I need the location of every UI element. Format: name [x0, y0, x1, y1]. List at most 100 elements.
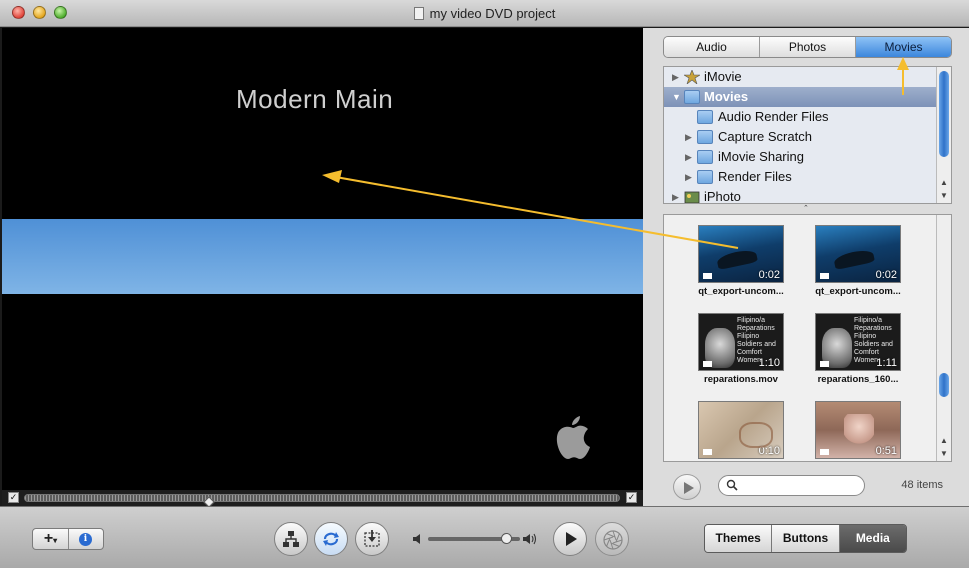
loop-start-checkbox[interactable]: ✓ — [8, 492, 19, 503]
movie-filename: qt_export-uncom... — [815, 286, 901, 297]
movie-duration: 0:02 — [875, 269, 897, 281]
movie-tile[interactable]: Filipino/a Reparations Filipino Soldiers … — [682, 313, 792, 399]
drop-zone-icon — [364, 530, 380, 547]
folder-icon — [697, 110, 713, 124]
add-menu-button[interactable]: +▾ — [33, 529, 69, 549]
play-button[interactable] — [553, 522, 587, 556]
volume-control — [413, 532, 538, 546]
volume-slider-knob[interactable] — [501, 533, 513, 544]
window-title-label: my video DVD project — [429, 6, 556, 21]
scroll-up-arrow-icon[interactable]: ▲ — [937, 435, 951, 447]
movie-duration: 1:11 — [876, 357, 897, 369]
movie-thumbnail[interactable]: 0:02 — [815, 225, 901, 283]
source-item-capture-scratch[interactable]: ▶ Capture Scratch — [664, 127, 936, 147]
tab-audio[interactable]: Audio — [664, 37, 760, 57]
preview-play-button[interactable] — [673, 474, 701, 500]
source-item-label: iPhoto — [704, 189, 741, 204]
source-item-render-files[interactable]: ▶ Render Files — [664, 167, 936, 187]
movie-source-list: ▶ iMovie ▼ Movies Audio Render Files ▶ C… — [663, 66, 952, 204]
source-item-label: iMovie — [704, 69, 742, 84]
media-panel: Audio Photos Movies ▶ iMovie ▼ Movies Au… — [643, 28, 969, 506]
disclosure-triangle-icon[interactable]: ▶ — [672, 187, 679, 203]
pane-switcher: Themes Buttons Media — [704, 524, 907, 553]
volume-high-icon — [523, 533, 537, 545]
tab-movies[interactable]: Movies — [856, 37, 951, 57]
movies-folder-icon — [684, 90, 700, 104]
video-camera-icon — [820, 361, 829, 367]
motion-toggle-button[interactable] — [314, 522, 348, 556]
map-icon — [283, 531, 299, 547]
volume-low-icon — [413, 534, 420, 544]
play-icon — [566, 532, 577, 546]
bottom-toolbar: +▾ i Themes Buttons Media — [0, 506, 969, 568]
source-list-scroll-thumb[interactable] — [939, 71, 949, 157]
source-item-label: Render Files — [718, 169, 792, 184]
movie-tile[interactable]: 0:02 qt_export-uncom... — [682, 225, 792, 311]
movie-thumbnail[interactable]: 0:02 — [698, 225, 784, 283]
disclosure-triangle-icon[interactable]: ▶ — [685, 127, 692, 147]
dvd-preview[interactable]: Modern Main — [2, 28, 643, 490]
search-icon — [726, 479, 738, 491]
scroll-down-arrow-icon[interactable]: ▼ — [937, 448, 951, 460]
video-camera-icon — [703, 273, 712, 279]
movie-duration: 0:10 — [758, 445, 780, 457]
tab-themes[interactable]: Themes — [705, 525, 773, 552]
movie-grid-scroll-thumb[interactable] — [939, 373, 949, 397]
tab-buttons[interactable]: Buttons — [772, 525, 840, 552]
disclosure-triangle-open-icon[interactable]: ▼ — [672, 87, 681, 107]
info-icon: i — [79, 533, 92, 546]
source-item-iphoto[interactable]: ▶ iPhoto — [664, 187, 936, 204]
inspector-button[interactable]: i — [69, 529, 103, 549]
video-camera-icon — [703, 449, 712, 455]
source-item-label: Movies — [704, 89, 749, 104]
source-list-scrollbar[interactable]: ▲ ▼ — [936, 67, 951, 203]
tab-media[interactable]: Media — [839, 525, 906, 552]
movie-thumbnail[interactable]: Filipino/a Reparations Filipino Soldiers … — [815, 313, 901, 371]
folder-icon — [697, 150, 713, 164]
video-camera-icon — [820, 449, 829, 455]
source-item-movies[interactable]: ▼ Movies — [664, 87, 936, 107]
movie-tile[interactable]: Filipino/a Reparations Filipino Soldiers … — [799, 313, 909, 399]
folder-icon — [697, 130, 713, 144]
disclosure-triangle-icon[interactable]: ▶ — [685, 167, 692, 187]
drop-zone-button[interactable] — [355, 522, 389, 556]
movie-thumbnail[interactable]: 0:10 — [698, 401, 784, 459]
iphoto-icon — [684, 191, 700, 203]
window-title: my video DVD project — [0, 6, 969, 21]
theme-drop-zone[interactable] — [2, 219, 643, 294]
movie-filename: qt_export-uncom... — [698, 286, 784, 297]
disclosure-triangle-icon[interactable]: ▶ — [672, 67, 679, 87]
movie-filename: reparations.mov — [704, 374, 778, 385]
movie-thumbnail[interactable]: Filipino/a Reparations Filipino Soldiers … — [698, 313, 784, 371]
burn-aperture-icon — [603, 530, 623, 550]
items-count: 48 items — [901, 479, 943, 491]
movie-grid-scrollbar[interactable]: ▲ ▼ — [936, 215, 951, 461]
scroll-up-arrow-icon[interactable]: ▲ — [937, 177, 951, 189]
movie-duration: 1:10 — [758, 357, 780, 369]
search-field[interactable] — [718, 475, 865, 496]
movie-thumbnail-grid: 0:02 qt_export-uncom... 0:02 qt_export-u… — [663, 214, 952, 462]
pane-splitter-handle[interactable]: ⌃ — [803, 205, 809, 212]
tab-photos[interactable]: Photos — [760, 37, 856, 57]
loop-end-checkbox[interactable]: ✓ — [626, 492, 637, 503]
window-title-bar: my video DVD project — [0, 0, 969, 27]
source-item-label: iMovie Sharing — [718, 149, 804, 164]
theme-title[interactable]: Modern Main — [236, 84, 393, 115]
apple-logo-icon — [556, 416, 590, 459]
movie-thumbnail[interactable]: 0:51 — [815, 401, 901, 459]
movie-tile[interactable]: 0:02 qt_export-uncom... — [799, 225, 909, 311]
disclosure-triangle-icon[interactable]: ▶ — [685, 147, 692, 167]
star-icon — [684, 70, 700, 84]
movie-filename: reparations_160... — [817, 374, 899, 385]
movie-tile[interactable]: 0:51 — [799, 401, 909, 461]
source-item-imovie-sharing[interactable]: ▶ iMovie Sharing — [664, 147, 936, 167]
source-item-label: Audio Render Files — [718, 109, 829, 124]
motion-timeline-slider[interactable] — [24, 494, 620, 508]
scroll-down-arrow-icon[interactable]: ▼ — [937, 190, 951, 202]
source-item-audio-render-files[interactable]: Audio Render Files — [664, 107, 936, 127]
source-item-imovie[interactable]: ▶ iMovie — [664, 67, 936, 87]
burn-button[interactable] — [595, 522, 629, 556]
movie-duration: 0:51 — [875, 445, 897, 457]
map-view-button[interactable] — [274, 522, 308, 556]
movie-tile[interactable]: 0:10 — [682, 401, 792, 461]
